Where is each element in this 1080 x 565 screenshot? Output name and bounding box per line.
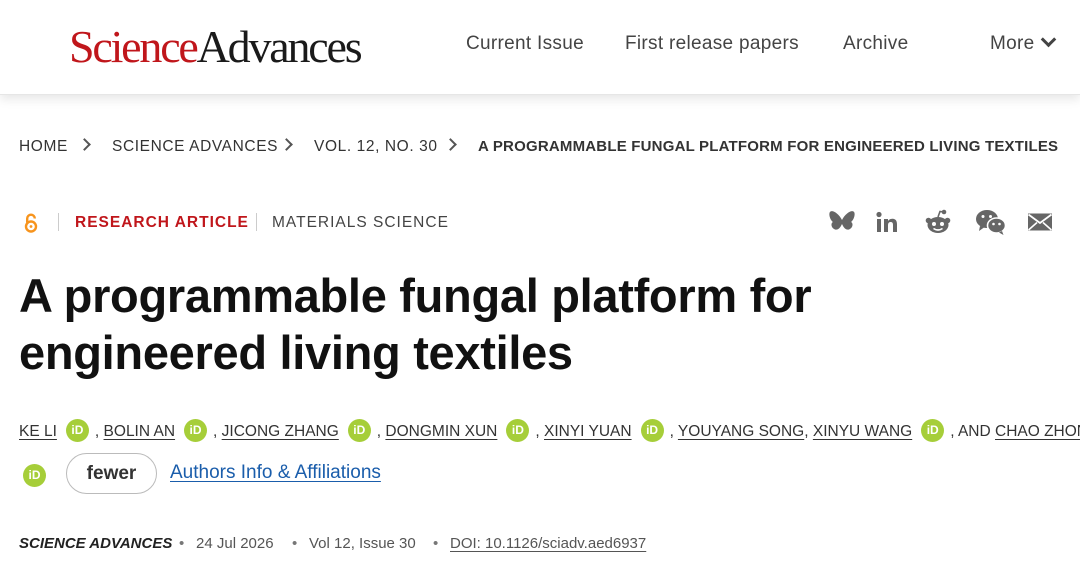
- bullet-separator: •: [433, 535, 439, 552]
- nav-current-issue[interactable]: Current Issue: [466, 33, 584, 55]
- doi-link[interactable]: DOI: 10.1126/sciadv.aed6937: [450, 535, 646, 552]
- breadcrumb-current: A PROGRAMMABLE FUNGAL PLATFORM FOR ENGIN…: [478, 138, 1059, 155]
- divider: [256, 213, 257, 231]
- site-header: ScienceAdvances Current Issue First rele…: [0, 0, 1080, 95]
- author-link[interactable]: BOLIN AN: [104, 423, 176, 440]
- breadcrumb-journal[interactable]: SCIENCE ADVANCES: [112, 138, 278, 156]
- chevron-right-icon: [280, 138, 293, 151]
- author-link[interactable]: CHAO ZHONG: [995, 423, 1080, 440]
- fewer-authors-button[interactable]: fewer: [66, 453, 157, 494]
- author-separator: ,: [213, 423, 218, 440]
- author-list: KE LI iD, BOLIN AN iD, JICONG ZHANG iD, DON…: [19, 419, 1080, 444]
- nav-more-label: More: [990, 33, 1035, 54]
- publication-date: 24 Jul 2026: [196, 535, 274, 552]
- article-title: A programmable fungal platform for engin…: [19, 269, 812, 379]
- orcid-icon[interactable]: iD: [65, 419, 89, 443]
- author-separator: ,: [669, 423, 674, 440]
- author-link[interactable]: KE LI: [19, 423, 57, 440]
- author-link[interactable]: XINYI YUAN: [544, 423, 632, 440]
- author-separator: , AND: [950, 423, 991, 440]
- email-icon[interactable]: [1024, 206, 1056, 238]
- author-separator: ,: [804, 423, 809, 440]
- orcid-icon[interactable]: iD: [23, 464, 46, 487]
- authors-info-affiliations-link[interactable]: Authors Info & Affiliations: [170, 462, 381, 484]
- orcid-icon[interactable]: iD: [184, 419, 208, 443]
- author-link[interactable]: XINYU WANG: [813, 423, 912, 440]
- site-logo[interactable]: ScienceAdvances: [69, 21, 363, 72]
- journal-name[interactable]: SCIENCE ADVANCES: [19, 535, 172, 552]
- wechat-icon[interactable]: [975, 206, 1007, 238]
- author-link[interactable]: YOUYANG SONG: [678, 423, 804, 440]
- breadcrumb-issue[interactable]: VOL. 12, NO. 30: [314, 138, 438, 156]
- orcid-icon[interactable]: iD: [640, 419, 664, 443]
- author-separator: ,: [376, 423, 382, 440]
- author-separator: ,: [535, 423, 540, 440]
- logo-science: Science: [69, 21, 199, 72]
- bullet-separator: •: [292, 535, 298, 552]
- orcid-icon[interactable]: iD: [921, 419, 945, 443]
- bluesky-icon[interactable]: [826, 206, 858, 238]
- article-type[interactable]: RESEARCH ARTICLE: [75, 214, 249, 232]
- author-separator: ,: [94, 423, 100, 440]
- volume-issue[interactable]: Vol 12, Issue 30: [309, 535, 416, 552]
- reddit-icon[interactable]: [922, 206, 954, 238]
- linkedin-icon[interactable]: [871, 206, 903, 238]
- chevron-right-icon: [444, 138, 457, 151]
- author-link[interactable]: JICONG ZHANG: [222, 423, 339, 440]
- nav-first-release-papers[interactable]: First release papers: [625, 33, 799, 55]
- orcid-icon[interactable]: iD: [347, 419, 371, 443]
- breadcrumb-home[interactable]: HOME: [19, 138, 68, 156]
- bullet-separator: •: [179, 535, 185, 552]
- article-subject[interactable]: MATERIALS SCIENCE: [272, 214, 449, 232]
- divider: [58, 213, 59, 231]
- logo-advances: Advances: [196, 21, 363, 72]
- author-link[interactable]: DONGMIN XUN: [385, 423, 497, 440]
- orcid-icon[interactable]: iD: [506, 419, 530, 443]
- chevron-down-icon: [1040, 31, 1056, 48]
- nav-more[interactable]: More: [990, 31, 1056, 55]
- open-access-icon: [24, 213, 38, 233]
- chevron-right-icon: [78, 138, 91, 151]
- nav-archive[interactable]: Archive: [843, 33, 908, 55]
